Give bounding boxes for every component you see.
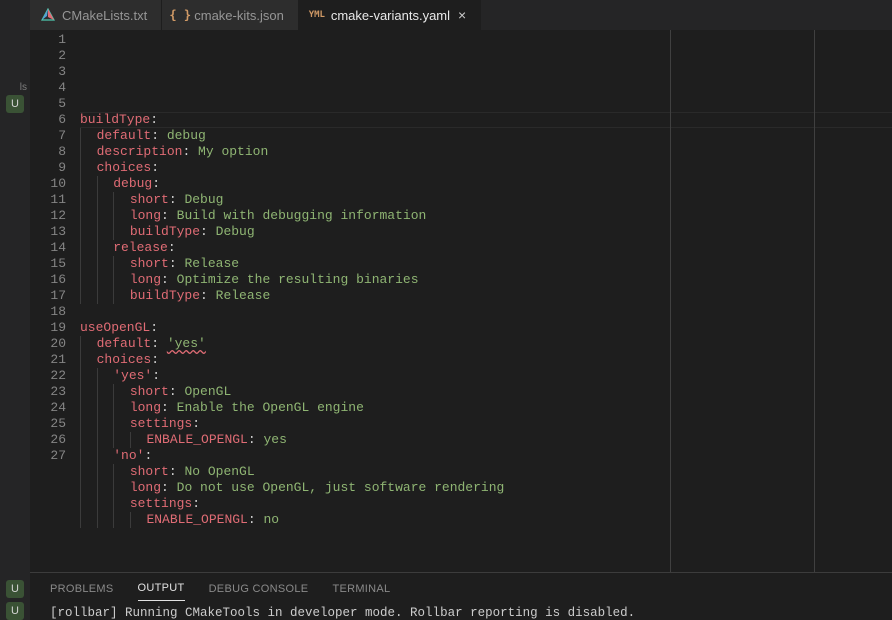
tab-label: CMakeLists.txt [62, 8, 147, 23]
code-line[interactable]: debug: [80, 176, 892, 192]
line-number: 2 [30, 48, 66, 64]
bottom-panel: PROBLEMS OUTPUT DEBUG CONSOLE TERMINAL [rol… [30, 572, 892, 620]
line-number: 26 [30, 432, 66, 448]
ruler [670, 30, 671, 572]
code-line[interactable]: long: Optimize the resulting binaries [80, 272, 892, 288]
panel-tab-bar: PROBLEMS OUTPUT DEBUG CONSOLE TERMINAL [30, 573, 892, 601]
line-number: 21 [30, 352, 66, 368]
code-line[interactable]: short: OpenGL [80, 384, 892, 400]
line-number: 17 [30, 288, 66, 304]
tab-label: cmake-kits.json [194, 8, 284, 23]
code-line[interactable]: long: Do not use OpenGL, just software r… [80, 480, 892, 496]
code-line[interactable]: settings: [80, 416, 892, 432]
current-line-highlight [80, 112, 892, 128]
line-number: 6 [30, 112, 66, 128]
line-number-gutter: 1234567891011121314151617181920212223242… [30, 30, 80, 572]
line-number: 13 [30, 224, 66, 240]
code-line[interactable]: settings: [80, 496, 892, 512]
tab-label: cmake-variants.yaml [331, 8, 450, 23]
line-number: 11 [30, 192, 66, 208]
code-line[interactable]: useOpenGL: [80, 320, 892, 336]
code-line[interactable] [80, 528, 892, 544]
activity-sidebar: ls U U U [0, 0, 30, 620]
code-line[interactable]: buildType: Debug [80, 224, 892, 240]
code-line[interactable]: choices: [80, 160, 892, 176]
line-number: 5 [30, 96, 66, 112]
line-number: 16 [30, 272, 66, 288]
code-editor[interactable]: 1234567891011121314151617181920212223242… [30, 30, 892, 572]
line-number: 19 [30, 320, 66, 336]
line-number: 24 [30, 400, 66, 416]
code-line[interactable]: release: [80, 240, 892, 256]
line-number: 20 [30, 336, 66, 352]
line-number: 22 [30, 368, 66, 384]
json-icon: { } [172, 7, 188, 23]
line-number: 7 [30, 128, 66, 144]
tab-cmakelists[interactable]: CMakeLists.txt [30, 0, 162, 30]
code-line[interactable]: long: Build with debugging information [80, 208, 892, 224]
code-line[interactable]: ENBALE_OPENGL: yes [80, 432, 892, 448]
panel-tab-terminal[interactable]: TERMINAL [332, 577, 390, 601]
line-number: 1 [30, 32, 66, 48]
yaml-icon: YML [309, 7, 325, 23]
editor-tabs: CMakeLists.txt { } cmake-kits.json YML c… [30, 0, 892, 30]
line-number: 4 [30, 80, 66, 96]
line-number: 25 [30, 416, 66, 432]
scm-status-badge: U [6, 580, 24, 598]
code-line[interactable]: short: Debug [80, 192, 892, 208]
line-number: 18 [30, 304, 66, 320]
code-line[interactable]: default: debug [80, 128, 892, 144]
code-line[interactable]: description: My option [80, 144, 892, 160]
code-line[interactable]: default: 'yes' [80, 336, 892, 352]
tab-cmake-variants[interactable]: YML cmake-variants.yaml × [299, 0, 481, 30]
line-number: 8 [30, 144, 66, 160]
line-number: 27 [30, 448, 66, 464]
line-number: 3 [30, 64, 66, 80]
code-line[interactable] [80, 304, 892, 320]
code-line[interactable]: ENABLE_OPENGL: no [80, 512, 892, 528]
code-line[interactable]: long: Enable the OpenGL engine [80, 400, 892, 416]
code-line[interactable]: choices: [80, 352, 892, 368]
line-number: 12 [30, 208, 66, 224]
editor-group: CMakeLists.txt { } cmake-kits.json YML c… [30, 0, 892, 620]
tab-cmake-kits[interactable]: { } cmake-kits.json [162, 0, 299, 30]
line-number: 15 [30, 256, 66, 272]
line-number: 10 [30, 176, 66, 192]
code-content[interactable]: buildType: default: debug description: M… [80, 30, 892, 572]
scm-status-badge: U [6, 95, 24, 113]
cmake-icon [40, 7, 56, 23]
panel-tab-debug-console[interactable]: DEBUG CONSOLE [209, 577, 309, 601]
panel-tab-output[interactable]: OUTPUT [138, 576, 185, 601]
line-number: 14 [30, 240, 66, 256]
line-number: 9 [30, 160, 66, 176]
panel-tab-problems[interactable]: PROBLEMS [50, 577, 114, 601]
code-line[interactable]: short: Release [80, 256, 892, 272]
code-line[interactable]: buildType: Release [80, 288, 892, 304]
code-line[interactable]: 'yes': [80, 368, 892, 384]
code-line[interactable]: short: No OpenGL [80, 464, 892, 480]
code-line[interactable]: 'no': [80, 448, 892, 464]
ruler [814, 30, 815, 572]
close-icon[interactable]: × [458, 7, 466, 23]
line-number: 23 [30, 384, 66, 400]
output-panel-content[interactable]: [rollbar] Running CMakeTools in develope… [30, 601, 892, 620]
sidebar-truncated-text: ls [0, 82, 30, 93]
scm-status-badge: U [6, 602, 24, 620]
